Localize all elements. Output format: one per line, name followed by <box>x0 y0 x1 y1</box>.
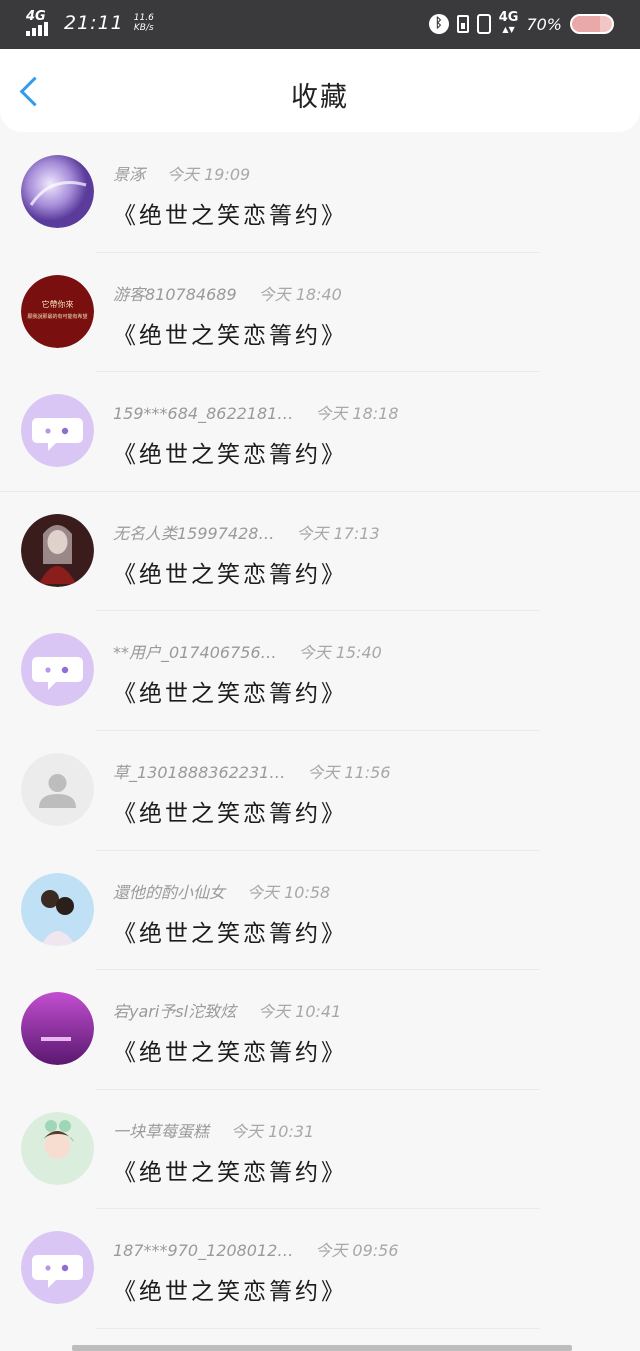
battery-percent: 70% <box>526 14 562 34</box>
avatar[interactable] <box>21 513 94 587</box>
favorite-item[interactable]: 159***684_8622181… 今天 18:18 《绝世之笑恋箐约》 <box>0 372 640 492</box>
book-title[interactable]: 《绝世之笑恋箐约》 <box>113 794 347 828</box>
book-title[interactable]: 《绝世之笑恋箐约》 <box>113 914 347 948</box>
favorite-meta: 游客810784689 今天 18:40 <box>113 281 342 305</box>
mobile-data-icon: 4G ▲▼ <box>498 10 519 34</box>
username: 187***970_1208012… <box>113 1241 294 1261</box>
username: 景涿 <box>113 165 146 184</box>
avatar[interactable] <box>21 394 94 468</box>
book-title[interactable]: 《绝世之笑恋箐约》 <box>113 196 347 230</box>
favorite-item[interactable]: 草_1301888362231… 今天 11:56 《绝世之笑恋箐约》 <box>0 731 640 851</box>
avatar[interactable] <box>21 633 94 707</box>
avatar[interactable] <box>21 1231 94 1305</box>
svg-text:它帶你來: 它帶你來 <box>42 299 74 309</box>
username: 一块草莓蛋糕 <box>113 1121 210 1141</box>
speed-value: 11.6 <box>133 13 154 23</box>
username: 宕yari予sl沱致炫 <box>113 1002 237 1022</box>
clock: 21:11 <box>64 12 124 34</box>
book-title[interactable]: 《绝世之笑恋箐约》 <box>113 674 347 708</box>
favorite-meta: 无名人类15997428… 今天 17:13 <box>113 520 380 544</box>
timestamp: 今天 10:31 <box>231 1121 315 1141</box>
status-bar: 4G 21:11 11.6 KB/s ᛒ 4G ▲▼ 70% <box>0 0 640 49</box>
network-speed: 11.6 KB/s <box>134 13 154 33</box>
timestamp: 今天 11:56 <box>307 762 391 782</box>
battery-icon <box>570 14 614 34</box>
username: 无名人类15997428… <box>113 523 275 543</box>
timestamp: 今天 18:18 <box>315 404 399 424</box>
username: **用户_017406756… <box>113 643 277 663</box>
app-header: 收藏 <box>0 49 640 132</box>
vibrate-icon <box>476 14 491 34</box>
book-title[interactable]: 《绝世之笑恋箐约》 <box>113 1033 347 1067</box>
svg-text:願我說那最的有可能有希望: 願我說那最的有可能有希望 <box>27 313 87 320</box>
favorite-meta: 187***970_1208012… 今天 09:56 <box>113 1237 399 1261</box>
avatar[interactable] <box>21 155 94 228</box>
favorite-item[interactable]: 還他的酌小仙女 今天 10:58 《绝世之笑恋箐约》 <box>0 851 640 971</box>
avatar[interactable] <box>21 752 94 826</box>
username: 游客810784689 <box>113 284 237 304</box>
signal-icon: 4G <box>26 10 54 36</box>
favorite-item[interactable]: 景涿 今天 19:09 《绝世之笑恋箐约》 <box>0 133 640 253</box>
favorite-item[interactable]: 它帶你來 願我說那最的有可能有希望 游客810784689 今天 18:40 《绝世之笑… <box>0 253 640 373</box>
book-title[interactable]: 《绝世之笑恋箐约》 <box>113 1272 347 1306</box>
favorite-item[interactable]: 一块草莓蛋糕 今天 10:31 《绝世之笑恋箐约》 <box>0 1090 640 1210</box>
avatar[interactable] <box>21 992 94 1066</box>
username: 還他的酌小仙女 <box>113 882 226 902</box>
username: 草_1301888362231… <box>113 762 286 782</box>
book-title[interactable]: 《绝世之笑恋箐约》 <box>113 435 347 469</box>
sim-icon <box>456 15 469 33</box>
timestamp: 今天 17:13 <box>296 523 380 543</box>
favorite-item[interactable]: 无名人类15997428… 今天 17:13 《绝世之笑恋箐约》 <box>0 492 640 612</box>
mobile-data-label: 4G <box>498 10 519 25</box>
favorite-meta: **用户_017406756… 今天 15:40 <box>113 639 382 663</box>
favorite-meta: 景涿 今天 19:09 <box>113 161 250 185</box>
timestamp: 今天 10:41 <box>258 1002 342 1022</box>
scroll-indicator <box>72 1345 572 1351</box>
avatar[interactable] <box>21 1111 94 1185</box>
favorite-item[interactable]: 187***970_1208012… 今天 09:56 《绝世之笑恋箐约》 <box>0 1209 640 1329</box>
timestamp: 今天 15:40 <box>298 643 382 663</box>
favorite-item[interactable]: 宕yari予sl沱致炫 今天 10:41 《绝世之笑恋箐约》 <box>0 970 640 1090</box>
timestamp: 今天 19:09 <box>167 165 251 184</box>
favorite-meta: 草_1301888362231… 今天 11:56 <box>113 759 391 783</box>
favorite-meta: 159***684_8622181… 今天 18:18 <box>113 400 399 424</box>
favorite-meta: 宕yari予sl沱致炫 今天 10:41 <box>113 998 341 1022</box>
bluetooth-icon: ᛒ <box>428 14 449 34</box>
favorite-item[interactable]: **用户_017406756… 今天 15:40 《绝世之笑恋箐约》 <box>0 611 640 731</box>
timestamp: 今天 10:58 <box>247 882 331 902</box>
book-title[interactable]: 《绝世之笑恋箐约》 <box>113 555 347 589</box>
speed-unit: KB/s <box>133 23 154 33</box>
timestamp: 今天 18:40 <box>258 284 342 304</box>
avatar[interactable]: 它帶你來願我說那最的有可能有希望 <box>21 274 94 348</box>
timestamp: 今天 09:56 <box>315 1241 399 1261</box>
avatar[interactable] <box>21 872 94 946</box>
divider <box>96 1327 540 1329</box>
page-title: 收藏 <box>291 82 349 113</box>
book-title[interactable]: 《绝世之笑恋箐约》 <box>113 1153 347 1187</box>
favorites-list: 景涿 今天 19:09 《绝世之笑恋箐约》 它帶你來 願我說那最的有可能有希望 游客810… <box>0 133 640 1329</box>
book-title[interactable]: 《绝世之笑恋箐约》 <box>113 316 347 350</box>
username: 159***684_8622181… <box>113 404 294 424</box>
favorite-meta: 還他的酌小仙女 今天 10:58 <box>113 879 330 903</box>
favorite-meta: 一块草莓蛋糕 今天 10:31 <box>113 1118 314 1142</box>
